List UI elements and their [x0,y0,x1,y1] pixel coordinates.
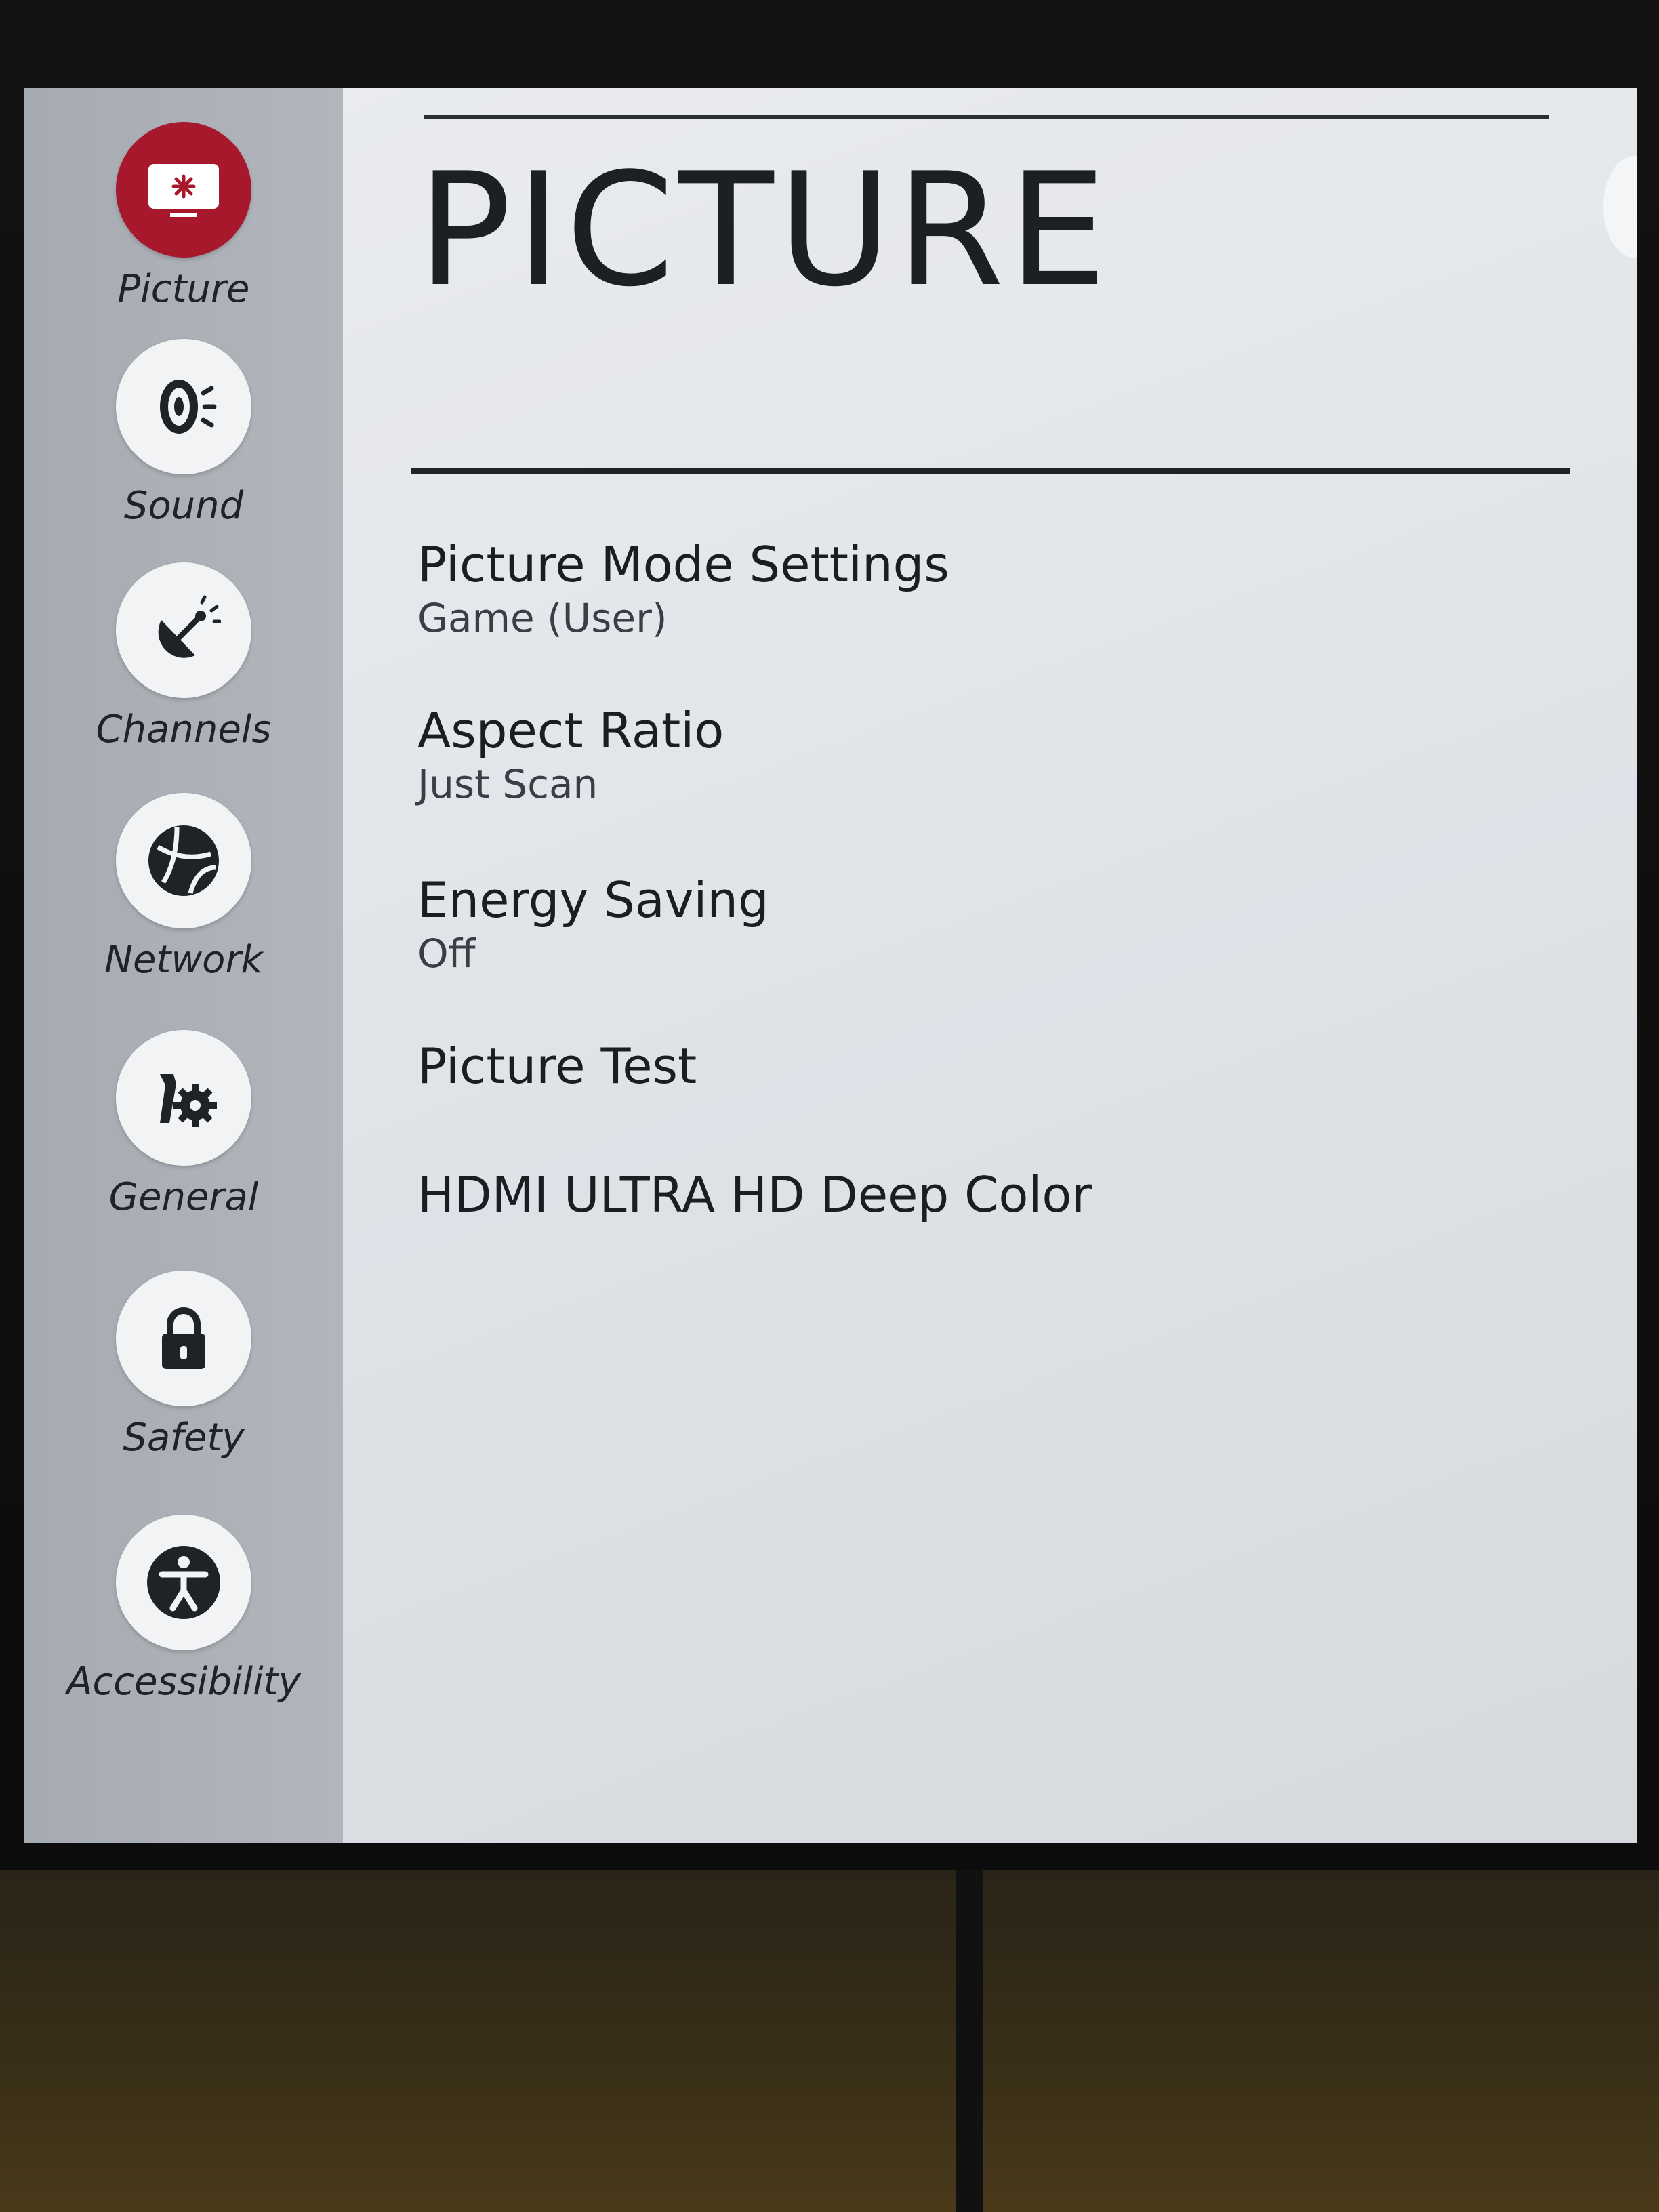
menu-item-aspect-ratio[interactable]: Aspect Ratio Just Scan [417,701,1502,809]
menu-item-label: Aspect Ratio [417,702,724,759]
sidebar-item-channels[interactable]: Channels [24,562,343,766]
sidebar-item-general[interactable]: General [24,1030,343,1233]
menu-item-value: Game (User) [417,595,668,642]
sidebar-item-label: Picture [117,267,250,311]
sidebar-item-label: Accessibility [66,1660,301,1704]
sidebar-item-label: Sound [123,484,244,528]
sidebar-item-picture[interactable]: Picture [24,122,343,325]
menu-item-label: Picture Test [417,1038,697,1094]
sidebar-item-accessibility[interactable]: Accessibility [24,1515,343,1718]
menu-item-hdmi-ultra-hd-deep-color[interactable]: HDMI ULTRA HD Deep Color [417,1166,1502,1224]
sidebar-item-label: Channels [96,708,272,752]
menu-item-label: Picture Mode Settings [417,536,949,593]
menu-item-label: Energy Saving [417,872,769,928]
menu-item-label: HDMI ULTRA HD Deep Color [417,1166,1092,1223]
background-surface [0,1870,1659,2212]
menu-item-value: Off [417,930,476,977]
page-title: PICTURE [417,140,1111,321]
sound-icon [116,339,251,474]
settings-sidebar: Picture Sound Channels Network General S… [24,88,343,1843]
accessibility-icon [116,1515,251,1650]
safety-icon [116,1271,251,1406]
sidebar-item-label: Safety [123,1416,245,1460]
general-icon [116,1030,251,1166]
sidebar-item-sound[interactable]: Sound [24,339,343,542]
channels-icon [116,562,251,698]
scroll-handle[interactable] [1603,156,1637,258]
tv-cable [956,1870,983,2212]
menu-item-picture-mode-settings[interactable]: Picture Mode Settings Game (User) [417,535,1502,643]
sidebar-item-safety[interactable]: Safety [24,1271,343,1474]
network-icon [116,793,251,928]
menu-item-picture-test[interactable]: Picture Test [417,1037,1502,1095]
top-divider [424,115,1549,119]
tv-screen: Picture Sound Channels Network General S… [24,88,1637,1843]
picture-icon [116,122,251,258]
sidebar-item-network[interactable]: Network [24,793,343,996]
menu-item-value: Just Scan [417,761,598,808]
sidebar-item-label: General [108,1175,259,1219]
title-divider [411,468,1570,474]
settings-panel: PICTURE Picture Mode Settings Game (User… [343,88,1637,1843]
sidebar-item-label: Network [104,938,263,982]
menu-item-energy-saving[interactable]: Energy Saving Off [417,871,1502,979]
